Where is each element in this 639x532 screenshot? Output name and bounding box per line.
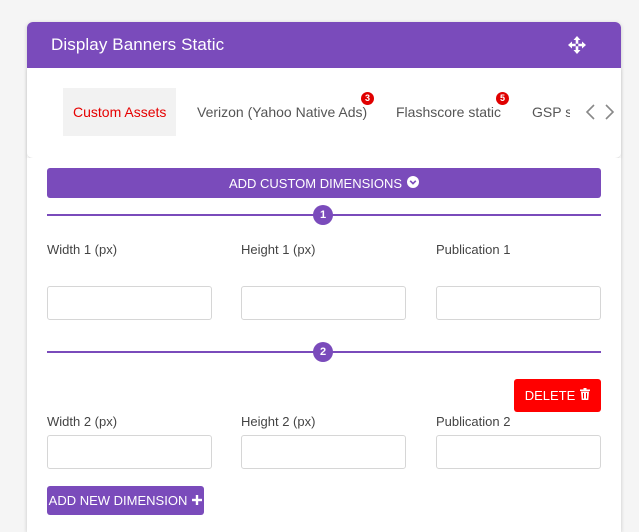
move-icon[interactable] <box>567 35 587 55</box>
button-label: ADD CUSTOM DIMENSIONS <box>228 175 403 191</box>
height-1-input[interactable] <box>241 286 406 320</box>
dimensions-panel: ADD CUSTOM DIMENSIONS 1 Width 1 (px) Hei… <box>27 158 621 532</box>
step-number-badge: 2 <box>313 342 333 362</box>
step-number-badge: 1 <box>313 205 333 225</box>
tab-label: Verizon (Yahoo Native Ads) <box>197 104 368 120</box>
display-banners-card: Display Banners Static Custom Assets Ver… <box>27 22 621 532</box>
publication-label: Publication 1 <box>436 242 511 257</box>
publication-label: Publication 2 <box>436 414 511 429</box>
tab-label: Custom Assets <box>73 104 167 120</box>
delete-button[interactable]: DELETE <box>514 379 601 412</box>
height-label: Height 2 (px) <box>241 414 316 429</box>
tab-flashscore-static[interactable]: Flashscore static 5 <box>396 88 509 136</box>
width-label: Width 2 (px) <box>47 414 118 429</box>
width-label: Width 1 (px) <box>47 242 118 257</box>
tab-label: Flashscore static <box>396 104 502 120</box>
button-label: ADD NEW DIMENSION <box>48 493 188 508</box>
tab-label: GSP s <box>532 104 570 120</box>
tab-custom-assets[interactable]: Custom Assets <box>63 88 177 136</box>
card-header: Display Banners Static <box>27 22 621 68</box>
tab-gsp[interactable]: GSP s <box>532 88 570 136</box>
tabs-bar: Custom Assets Verizon (Yahoo Native Ads)… <box>27 68 621 159</box>
add-custom-dimensions-button[interactable]: ADD CUSTOM DIMENSIONS <box>47 168 601 198</box>
publication-1-input[interactable] <box>436 286 601 320</box>
height-2-input[interactable] <box>241 435 406 469</box>
chevron-left-icon[interactable] <box>585 104 597 120</box>
trash-icon <box>580 388 591 403</box>
notification-badge: 3 <box>361 92 374 105</box>
tab-verizon[interactable]: Verizon (Yahoo Native Ads) 3 <box>197 88 374 136</box>
chevron-right-icon[interactable] <box>603 104 615 120</box>
width-1-input[interactable] <box>47 286 212 320</box>
chevron-circle-down-icon <box>407 175 420 191</box>
notification-badge: 5 <box>496 92 509 105</box>
publication-2-input[interactable] <box>436 435 601 469</box>
width-2-input[interactable] <box>47 435 212 469</box>
add-new-dimension-button[interactable]: ADD NEW DIMENSION <box>47 486 204 515</box>
height-label: Height 1 (px) <box>241 242 316 257</box>
button-label: DELETE <box>524 388 576 403</box>
card-title: Display Banners Static <box>51 35 225 54</box>
plus-icon <box>192 493 203 508</box>
